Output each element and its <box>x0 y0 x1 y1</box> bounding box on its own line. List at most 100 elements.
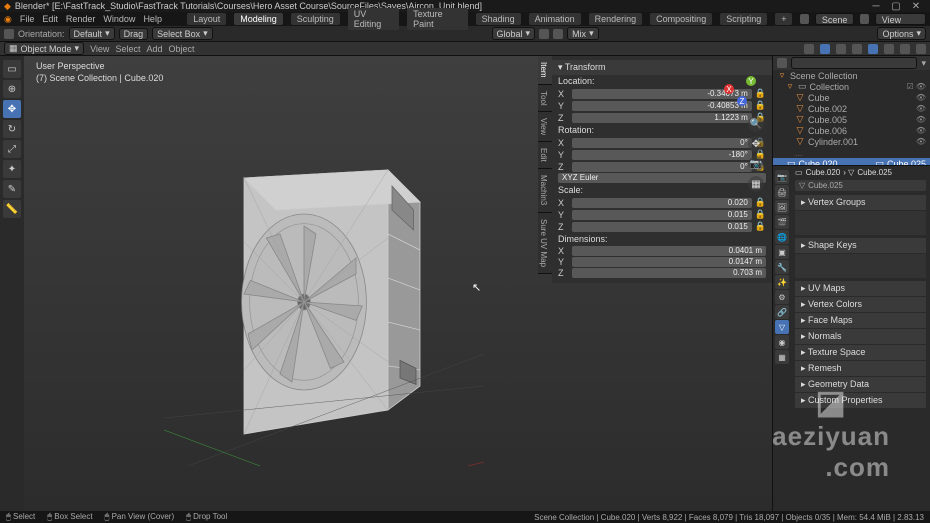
workspace-layout[interactable]: Layout <box>187 13 226 25</box>
dim-z[interactable]: 0.703 m <box>572 268 766 278</box>
npanel-tab-item[interactable]: Item <box>538 56 552 85</box>
section-custom-props[interactable]: ▸ Custom Properties <box>795 393 926 408</box>
shading-solid[interactable] <box>884 44 894 54</box>
outliner-mode-icon[interactable] <box>777 58 787 68</box>
pivot-dropdown[interactable]: Default ▾ <box>69 27 115 40</box>
outliner-selected[interactable]: ▭Cube.020▭Cube.025 <box>773 158 930 166</box>
workspace-shading[interactable]: Shading <box>476 13 521 25</box>
gizmo-toggle[interactable] <box>820 44 830 54</box>
menu-object[interactable]: Object <box>168 44 194 54</box>
workspace-compositing[interactable]: Compositing <box>650 13 712 25</box>
prop-texture-icon[interactable]: ▦ <box>775 350 789 364</box>
outliner-item[interactable]: ▽Cube👁 <box>773 92 930 103</box>
workspace-texpaint[interactable]: Texture Paint <box>407 8 468 30</box>
prop-scene-icon[interactable]: 🎬 <box>775 215 789 229</box>
menu-view[interactable]: View <box>90 44 109 54</box>
npanel-tab-view[interactable]: View <box>538 112 552 142</box>
tool-move[interactable]: ✥ <box>3 100 21 118</box>
mode-dropdown[interactable]: ▦ Object Mode ▾ <box>4 42 84 55</box>
prop-data-icon[interactable]: ▽ <box>775 320 789 334</box>
npanel-tab-tool[interactable]: Tool <box>538 85 552 113</box>
outliner-search[interactable] <box>791 57 917 69</box>
proportional-edit-toggle[interactable] <box>553 29 563 39</box>
drag-dropdown[interactable]: Drag <box>119 28 149 40</box>
tool-rotate[interactable]: ↻ <box>3 120 21 138</box>
tool-measure[interactable]: 📏 <box>3 200 21 218</box>
prop-particles-icon[interactable]: ✨ <box>775 275 789 289</box>
section-vertex-colors[interactable]: ▸ Vertex Colors <box>795 297 926 312</box>
axis-gizmo[interactable]: X Y Z <box>724 74 760 110</box>
menu-edit[interactable]: Edit <box>42 14 58 24</box>
shading-wire[interactable] <box>868 44 878 54</box>
rot-z[interactable]: 0° <box>572 162 752 172</box>
prop-world-icon[interactable]: 🌐 <box>775 230 789 244</box>
workspace-rendering[interactable]: Rendering <box>589 13 643 25</box>
menu-add[interactable]: Add <box>146 44 162 54</box>
overlay-dropdown[interactable]: Mix ▾ <box>567 27 599 40</box>
tool-scale[interactable]: ⤢ <box>3 140 21 158</box>
section-geometry-data[interactable]: ▸ Geometry Data <box>795 377 926 392</box>
prop-material-icon[interactable]: ◉ <box>775 335 789 349</box>
tool-annotate[interactable]: ✎ <box>3 180 21 198</box>
menu-select[interactable]: Select <box>115 44 140 54</box>
workspace-add[interactable]: + <box>775 13 792 25</box>
rot-y[interactable]: -180° <box>572 150 752 160</box>
npanel-tab-edit[interactable]: Edit <box>538 142 552 169</box>
viewlayer-field[interactable]: View Layer <box>875 13 926 25</box>
section-texture-space[interactable]: ▸ Texture Space <box>795 345 926 360</box>
tool-select[interactable]: ▭ <box>3 60 21 78</box>
viewport[interactable]: User Perspective (7) Scene Collection | … <box>24 56 772 511</box>
dim-x[interactable]: 0.0401 m <box>572 246 766 256</box>
camera-icon[interactable]: 📷 <box>748 156 764 172</box>
scale-z[interactable]: 0.015 <box>572 222 752 232</box>
tool-cursor[interactable]: ⊕ <box>3 80 21 98</box>
section-vertex-groups[interactable]: ▸ Vertex Groups <box>795 195 926 210</box>
lock-icon[interactable]: 🔒 <box>755 221 766 232</box>
shading-rendered[interactable] <box>916 44 926 54</box>
datablock-name[interactable]: ▽ Cube.025 <box>795 180 926 191</box>
workspace-uv[interactable]: UV Editing <box>348 8 399 30</box>
tool-transform[interactable]: ✦ <box>3 160 21 178</box>
options-dropdown[interactable]: Options ▾ <box>877 27 926 40</box>
prop-modifier-icon[interactable]: 🔧 <box>775 260 789 274</box>
loc-z[interactable]: 1.1223 m <box>572 113 752 123</box>
minimize-button[interactable]: ─ <box>866 1 886 12</box>
lock-icon[interactable]: 🔒 <box>755 209 766 220</box>
menu-window[interactable]: Window <box>103 14 135 24</box>
menu-help[interactable]: Help <box>143 14 162 24</box>
prop-viewlayer-icon[interactable]: 🖼 <box>775 200 789 214</box>
filter-icon[interactable]: ▾ <box>921 58 926 69</box>
rot-x[interactable]: 0° <box>572 138 752 148</box>
outliner-root[interactable]: ▿Scene Collection <box>773 70 930 81</box>
section-normals[interactable]: ▸ Normals <box>795 329 926 344</box>
lock-icon[interactable]: 🔒 <box>755 197 766 208</box>
section-remesh[interactable]: ▸ Remesh <box>795 361 926 376</box>
menu-render[interactable]: Render <box>66 14 96 24</box>
scene-field[interactable]: Scene <box>815 13 855 25</box>
dim-y[interactable]: 0.0147 m <box>572 257 766 267</box>
prop-constraint-icon[interactable]: 🔗 <box>775 305 789 319</box>
snap-toggle[interactable] <box>539 29 549 39</box>
menu-file[interactable]: File <box>20 14 35 24</box>
npanel-tab-machin3[interactable]: Machin3 <box>538 169 552 212</box>
outliner-item[interactable]: ▽Cylinder.001👁 <box>773 136 930 147</box>
select-mode-dropdown[interactable]: Select Box ▾ <box>152 27 213 40</box>
scale-y[interactable]: 0.015 <box>572 210 752 220</box>
xray-toggle[interactable] <box>852 44 862 54</box>
perspective-icon[interactable]: ▦ <box>748 176 764 192</box>
workspace-animation[interactable]: Animation <box>529 13 581 25</box>
transform-header[interactable]: ▾ Transform <box>552 60 772 75</box>
npanel-tab-sureuv[interactable]: Sure UV Map <box>538 213 552 274</box>
workspace-scripting[interactable]: Scripting <box>720 13 767 25</box>
zoom-icon[interactable]: 🔍 <box>748 116 764 132</box>
outliner-collection[interactable]: ▿▭Collection☑ 👁 <box>773 81 930 92</box>
rotation-mode[interactable]: XYZ Euler <box>558 173 766 183</box>
workspace-sculpting[interactable]: Sculpting <box>291 13 340 25</box>
section-shape-keys[interactable]: ▸ Shape Keys <box>795 238 926 253</box>
close-button[interactable]: ✕ <box>906 1 926 12</box>
prop-object-icon[interactable]: ▣ <box>775 245 789 259</box>
outliner-item[interactable]: ▽Cube.006👁 <box>773 125 930 136</box>
prop-render-icon[interactable]: 📷 <box>775 170 789 184</box>
selectability-toggle[interactable] <box>804 44 814 54</box>
pan-icon[interactable]: ✥ <box>748 136 764 152</box>
